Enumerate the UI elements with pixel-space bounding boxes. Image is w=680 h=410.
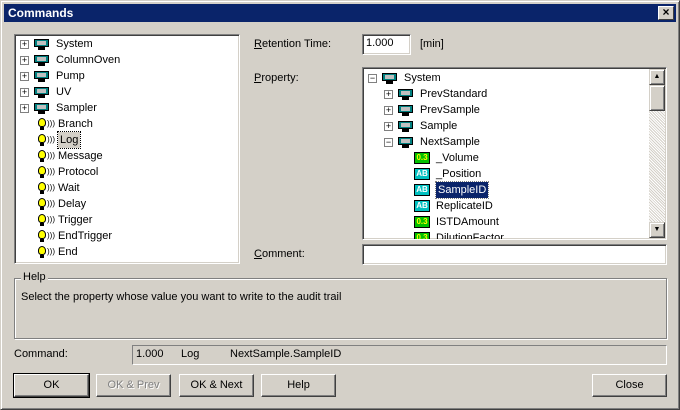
tree-item-label: NextSample <box>420 136 480 148</box>
command-icon: ))) <box>38 213 55 228</box>
help-group-title: Help <box>21 271 48 283</box>
tree-item-label: System <box>404 72 441 84</box>
tree-item-label: Pump <box>56 70 85 82</box>
command-name: Log <box>181 348 200 360</box>
window-title: Commands <box>8 6 74 20</box>
property-scrollbar[interactable]: ▲ ▼ <box>649 69 665 238</box>
numeric-icon: 0.3 <box>414 216 430 228</box>
close-icon[interactable]: × <box>658 6 674 20</box>
tree-item-label: PrevStandard <box>420 88 488 100</box>
tree-item-label: Delay <box>58 198 87 210</box>
device-icon <box>398 121 413 132</box>
expand-icon[interactable]: + <box>20 72 29 81</box>
device-icon <box>34 55 49 66</box>
property-label: Property: <box>254 72 299 84</box>
scroll-thumb[interactable] <box>649 85 665 111</box>
comment-input[interactable] <box>362 244 667 265</box>
tree-item-label: Branch <box>58 118 93 130</box>
expand-icon[interactable]: + <box>384 122 393 131</box>
text-icon: AB <box>414 168 430 180</box>
device-icon <box>382 73 397 84</box>
tree-item-label: Protocol <box>58 166 99 178</box>
expand-icon[interactable]: + <box>20 40 29 49</box>
tree-item-label: Message <box>58 150 103 162</box>
command-icon: ))) <box>38 197 55 212</box>
tree-item-label: Sampler <box>56 102 97 114</box>
title-bar[interactable]: Commands × <box>4 4 676 22</box>
tree-item-label: Sample <box>420 120 458 132</box>
command-argument: NextSample.SampleID <box>230 348 342 360</box>
commands-dialog: Commands × + System + ColumnOven + Pump + UV + Sa… <box>0 0 680 410</box>
tree-item-label: Trigger <box>58 214 93 226</box>
property-tree[interactable]: − System + PrevStandard + PrevSample + Sample − N… <box>362 67 667 240</box>
tree-item-label: ColumnOven <box>56 54 121 66</box>
tree-item-label: PrevSample <box>420 104 480 116</box>
command-icon: ))) <box>38 149 55 164</box>
tree-item-label: UV <box>56 86 72 98</box>
help-button[interactable]: Help <box>261 374 336 397</box>
tree-item-label: _Position <box>436 168 482 180</box>
ok-prev-button[interactable]: OK & Prev <box>96 374 171 397</box>
tree-item-label: Wait <box>58 182 80 194</box>
scroll-down-icon[interactable]: ▼ <box>649 222 665 238</box>
tree-item-label: EndTrigger <box>58 230 113 242</box>
help-group <box>14 278 667 339</box>
tree-item-label: DilutionFactor <box>436 232 504 239</box>
retention-time-input[interactable]: 1.000 <box>362 34 411 55</box>
command-icon: ))) <box>38 165 55 180</box>
command-time: 1.000 <box>136 348 164 360</box>
command-label: Command: <box>14 348 68 360</box>
text-icon: AB <box>414 200 430 212</box>
ok-next-button[interactable]: OK & Next <box>179 374 254 397</box>
commands-tree[interactable]: + System + ColumnOven + Pump + UV + Sampler))) Bra… <box>14 34 240 264</box>
expand-icon[interactable]: + <box>384 106 393 115</box>
tree-item-label: _Volume <box>436 152 479 164</box>
device-icon <box>34 87 49 98</box>
numeric-icon: 0.3 <box>414 152 430 164</box>
tree-item-label: System <box>56 38 93 50</box>
text-icon: AB <box>414 184 430 196</box>
tree-item-label: Log <box>56 131 82 149</box>
expand-icon[interactable]: + <box>384 90 393 99</box>
device-icon <box>398 105 413 116</box>
numeric-icon: 0.3 <box>414 232 430 239</box>
command-display: 1.000 Log NextSample.SampleID <box>132 345 667 365</box>
scroll-up-icon[interactable]: ▲ <box>649 69 665 85</box>
ok-button[interactable]: OK <box>13 373 90 398</box>
collapse-icon[interactable]: − <box>368 74 377 83</box>
help-text: Select the property whose value you want… <box>21 291 342 303</box>
command-icon: ))) <box>38 181 55 196</box>
tree-item-label: End <box>58 246 78 258</box>
comment-label: Comment: <box>254 248 305 260</box>
tree-item-label: ReplicateID <box>436 200 493 212</box>
retention-time-label: Retention Time: <box>254 38 332 50</box>
device-icon <box>398 89 413 100</box>
retention-unit-label: [min] <box>420 38 444 50</box>
command-icon: ))) <box>38 133 55 148</box>
device-icon <box>34 103 49 114</box>
expand-icon[interactable]: + <box>20 104 29 113</box>
close-button[interactable]: Close <box>592 374 667 397</box>
command-icon: ))) <box>38 117 55 132</box>
device-icon <box>398 137 413 148</box>
collapse-icon[interactable]: − <box>384 138 393 147</box>
device-icon <box>34 71 49 82</box>
expand-icon[interactable]: + <box>20 56 29 65</box>
tree-item-label: ISTDAmount <box>436 216 499 228</box>
expand-icon[interactable]: + <box>20 88 29 97</box>
command-icon: ))) <box>38 229 55 244</box>
device-icon <box>34 39 49 50</box>
tree-item-label: SampleID <box>434 181 490 199</box>
command-icon: ))) <box>38 245 55 260</box>
